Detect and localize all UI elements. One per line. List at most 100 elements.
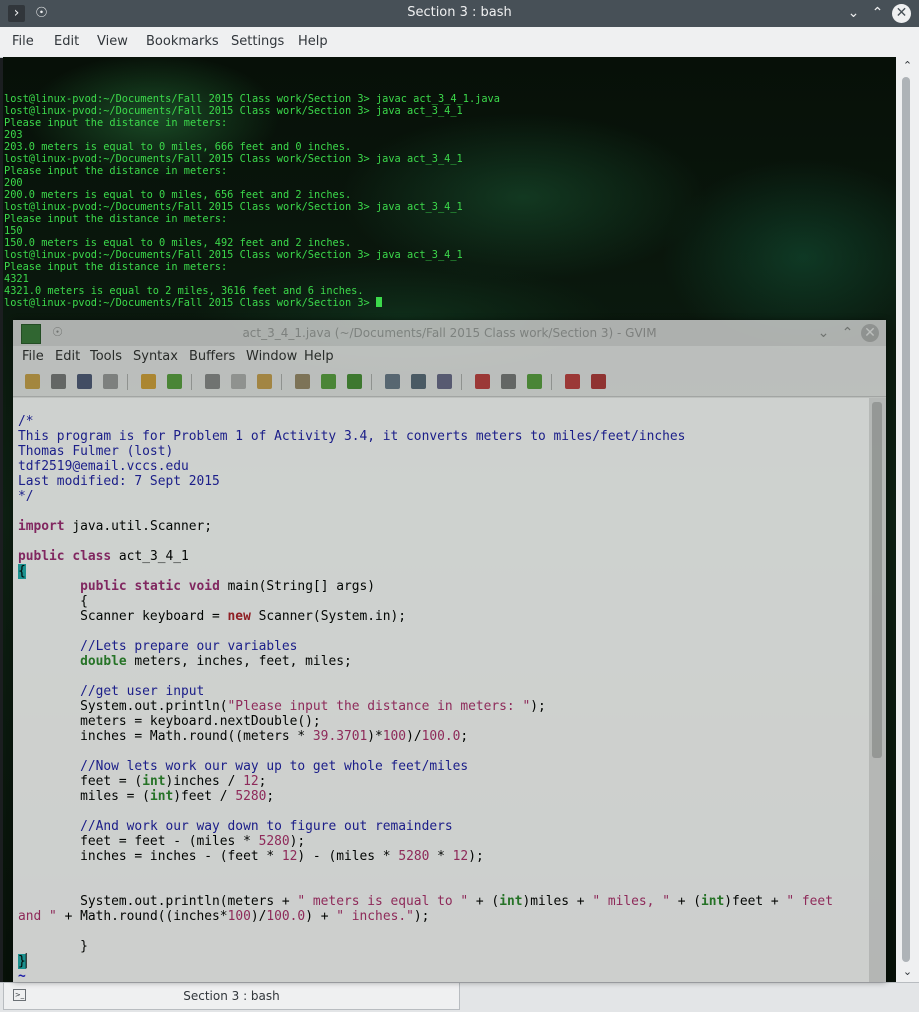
close-button[interactable]: ✕ [861,324,879,342]
terminal-line: 4321.0 meters is equal to 2 miles, 3616 … [4,285,364,297]
code-token: )inches / [165,774,244,789]
menu-bookmarks[interactable]: Bookmarks [146,34,219,49]
make-icon[interactable] [475,374,490,389]
code-line: inches = Math.round((meters * 39.3701)*1… [18,729,833,744]
menu-file[interactable]: File [12,34,34,49]
code-token: ; [266,789,275,804]
minimize-button[interactable]: ⌄ [845,5,862,22]
code-token: miles = ( [18,789,150,804]
redo-icon[interactable] [167,374,182,389]
terminal-line: lost@linux-pvod:~/Documents/Fall 2015 Cl… [4,153,463,165]
gvim-scrollbar-thumb[interactable] [872,402,882,758]
code-line: Last modified: 7 Sept 2015 [18,474,833,489]
code-editor[interactable]: /* This program is for Problem 1 of Activ… [13,398,869,982]
code-token: System.out.println(meters + [18,894,298,909]
code-token: ; [258,774,267,789]
code-token: inches = Math.round((meters * [18,729,313,744]
ctags-jump-icon[interactable] [527,374,542,389]
code-token: //Lets prepare our variables [80,639,298,654]
gvim-menu-tools[interactable]: Tools [90,349,122,364]
code-line: System.out.println(meters + " meters is … [18,894,833,909]
menu-settings[interactable]: Settings [231,34,284,49]
code-token: new [227,609,251,624]
code-token: int [149,789,174,804]
code-line: Scanner keyboard = new Scanner(System.in… [18,609,833,624]
load-session-icon[interactable] [385,374,400,389]
menu-view[interactable]: View [97,34,128,49]
code-token: 100 [227,909,251,924]
code-line: System.out.println("Please input the dis… [18,699,833,714]
paste-icon[interactable] [257,374,272,389]
code-token: "Please input the distance in meters: " [227,699,531,714]
undo-icon[interactable] [141,374,156,389]
menu-help[interactable]: Help [298,34,328,49]
cut-icon[interactable] [205,374,220,389]
maximize-button[interactable]: ⌃ [869,5,886,22]
gvim-menu-file[interactable]: File [22,349,44,364]
code-line: meters = keyboard.nextDouble(); [18,714,833,729]
open-icon[interactable] [25,374,40,389]
help-icon[interactable] [565,374,580,389]
scrollbar-thumb[interactable] [902,77,910,962]
terminal-line: lost@linux-pvod:~/Documents/Fall 2015 Cl… [4,105,463,117]
code-token: 5280 [235,789,267,804]
code-token: //And work our way down to figure out re… [80,819,453,834]
code-token: //Now lets work our way up to get whole … [80,759,469,774]
save-icon[interactable] [51,374,66,389]
code-token: class [72,549,112,564]
save-session-icon[interactable] [411,374,426,389]
code-line: //Now lets work our way up to get whole … [18,759,833,774]
shell-icon[interactable] [501,374,516,389]
terminal-line: lost@linux-pvod:~/Documents/Fall 2015 Cl… [4,201,463,213]
print-icon[interactable] [103,374,118,389]
gvim-menu-syntax[interactable]: Syntax [133,349,178,364]
close-button[interactable]: ✕ [892,4,911,23]
code-line: This program is for Problem 1 of Activit… [18,429,833,444]
toolbar-separator [281,374,282,390]
scroll-down-arrow-icon[interactable]: ⌄ [896,965,919,978]
code-line: feet = feet - (miles * 5280); [18,834,833,849]
code-token: meters = keyboard.nextDouble(); [18,714,321,729]
code-line: }▏ [18,954,833,969]
code-line: public class act_3_4_1 [18,549,833,564]
gvim-menu-edit[interactable]: Edit [55,349,80,364]
gvim-menu-window[interactable]: Window [246,349,297,364]
run-script-icon[interactable] [437,374,452,389]
gvim-menu-help[interactable]: Help [304,349,334,364]
code-token: " miles, " [592,894,670,909]
gvim-menu-buffers[interactable]: Buffers [189,349,235,364]
code-line: /* [18,414,833,429]
code-token: ; [460,729,469,744]
code-token: } [18,954,26,969]
code-token: int [701,894,725,909]
find-prev-icon[interactable] [347,374,362,389]
copy-icon[interactable] [231,374,246,389]
code-token: ); [413,909,430,924]
menu-edit[interactable]: Edit [54,34,79,49]
terminal-line: 200.0 meters is equal to 0 miles, 656 fe… [4,189,352,201]
gvim-window[interactable]: ☉ act_3_4_1.java (~/Documents/Fall 2015 … [13,320,886,982]
code-token: 100.0 [421,729,461,744]
find-replace-icon[interactable] [295,374,310,389]
code-line: import java.util.Scanner; [18,519,833,534]
tab-section-3[interactable]: >_ Section 3 : bash [3,983,460,1010]
code-token: */ [18,489,34,504]
gvim-menubar: File Edit Tools Syntax Buffers Window He… [13,346,886,368]
code-token: " inches." [336,909,414,924]
code-token: 12 [452,849,469,864]
minimize-button[interactable]: ⌄ [815,325,832,342]
maximize-button[interactable]: ⌃ [839,325,856,342]
code-token: public [80,579,127,594]
code-token: ) - (miles * [297,849,399,864]
gvim-scrollbar[interactable] [869,398,886,982]
find-next-icon[interactable] [321,374,336,389]
find-help-icon[interactable] [591,374,606,389]
scroll-up-arrow-icon[interactable]: ⌃ [896,59,919,72]
save-all-icon[interactable] [77,374,92,389]
terminal-scrollbar[interactable]: ⌃ ⌄ [896,57,919,982]
terminal-line: Please input the distance in meters: [4,165,228,177]
toolbar-separator [551,374,552,390]
